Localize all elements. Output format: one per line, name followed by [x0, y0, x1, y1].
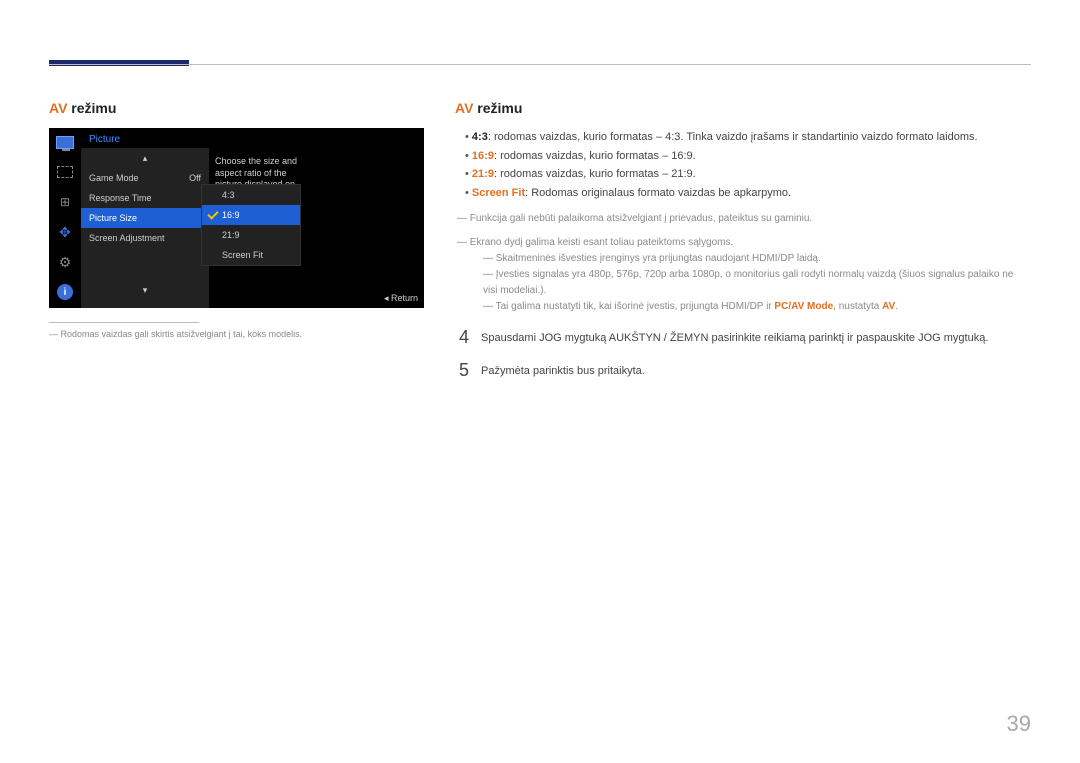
bullet-16-9: 16:9: rodomas vaizdas, kurio formatas – …	[465, 147, 1030, 166]
menu-label: Screen Adjustment	[89, 228, 165, 248]
osd-main: Picture ▴ Game Mode Off Response Time Pi…	[81, 128, 424, 308]
scroll-up-icon: ▴	[81, 148, 209, 168]
bullet-21-9: 21:9: rodomas vaizdas, kurio formatas – …	[465, 165, 1030, 184]
step-text: Spausdami JOG mygtuką AUKŠTYN / ŽEMYN pa…	[481, 327, 988, 348]
note-ports: Funkcija gali nebūti palaikoma atsižvelg…	[455, 211, 1030, 227]
bullet-4-3: 4:3: rodomas vaizdas, kurio formatas – 4…	[465, 128, 1030, 147]
aspect-icon	[55, 162, 75, 182]
right-heading: AV režimu	[455, 100, 1030, 116]
menu-value: Off	[189, 168, 201, 188]
footnote-separator	[49, 322, 199, 323]
right-column: AV režimu 4:3: rodomas vaizdas, kurio fo…	[455, 100, 1030, 381]
submenu-21-9: 21:9	[202, 225, 300, 245]
menu-picture-size: Picture Size	[81, 208, 209, 228]
subnote-signal: Įvesties signalas yra 480p, 576p, 720p a…	[455, 267, 1030, 299]
step-number: 5	[455, 360, 469, 381]
info-icon: i	[55, 282, 75, 302]
step-5: 5 Pažymėta parinktis bus pritaikyta.	[455, 360, 1030, 381]
submenu-16-9: 16:9	[202, 205, 300, 225]
heading-orange: AV	[455, 100, 473, 116]
menu-game-mode: Game Mode Off	[81, 168, 209, 188]
osd-sidebar: ⊞ ✥ ⚙ i	[49, 128, 81, 308]
osd-menu: ▴ Game Mode Off Response Time Picture Si…	[81, 148, 209, 308]
menu-label: Game Mode	[89, 168, 139, 188]
step-text: Pažymėta parinktis bus pritaikyta.	[481, 360, 645, 381]
note-conditions: Ekrano dydį galima keisti esant toliau p…	[455, 235, 1030, 251]
gear-icon: ⚙	[55, 252, 75, 272]
osd-submenu: 4:3 16:9 21:9 Screen Fit	[201, 184, 301, 266]
bullet-screen-fit: Screen Fit: Rodomas originalaus formato …	[465, 184, 1030, 203]
osd-title: Picture	[81, 128, 424, 148]
page-number: 39	[1007, 711, 1031, 737]
step-number: 4	[455, 327, 469, 348]
display-icon: ⊞	[55, 192, 75, 212]
menu-label: Response Time	[89, 188, 152, 208]
heading-black: režimu	[67, 100, 116, 116]
left-column: AV režimu ⊞ ✥ ⚙ i Picture ▴ Game Mode Of…	[49, 100, 429, 339]
menu-response-time: Response Time	[81, 188, 209, 208]
bullet-list: 4:3: rodomas vaizdas, kurio formatas – 4…	[455, 128, 1030, 203]
subnote-pcav: Tai galima nustatyti tik, kai išorinė įv…	[455, 299, 1030, 315]
move-icon: ✥	[55, 222, 75, 242]
submenu-screen-fit: Screen Fit	[202, 245, 300, 265]
step-4: 4 Spausdami JOG mygtuką AUKŠTYN / ŽEMYN …	[455, 327, 1030, 348]
osd-return: Return	[384, 293, 418, 304]
heading-orange: AV	[49, 100, 67, 116]
left-footnote: Rodomas vaizdas gali skirtis atsižvelgia…	[49, 329, 429, 339]
osd-screenshot: ⊞ ✥ ⚙ i Picture ▴ Game Mode Off Response…	[49, 128, 424, 308]
header-rule	[49, 64, 1031, 65]
menu-label: Picture Size	[89, 208, 137, 228]
heading-black: režimu	[473, 100, 522, 116]
header-accent-bar	[49, 60, 189, 66]
menu-screen-adjustment: Screen Adjustment	[81, 228, 209, 248]
subnote-hdmi: Skaitmeninės išvesties įrenginys yra pri…	[455, 251, 1030, 267]
scroll-down-icon: ▾	[81, 280, 209, 300]
left-heading: AV režimu	[49, 100, 429, 116]
monitor-icon	[55, 132, 75, 152]
submenu-4-3: 4:3	[202, 185, 300, 205]
